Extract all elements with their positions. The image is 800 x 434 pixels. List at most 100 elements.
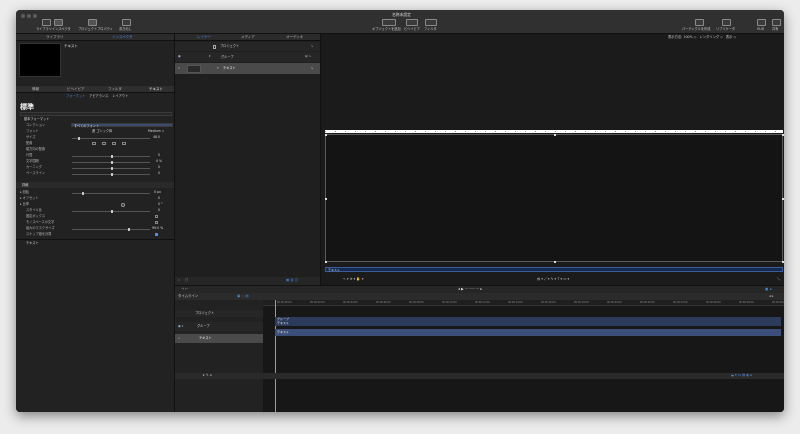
- canvas-frame[interactable]: [325, 134, 784, 263]
- project-properties-icon[interactable]: [88, 19, 97, 26]
- track-group[interactable]: グループ テキスト: [275, 317, 781, 326]
- advanced-section[interactable]: 詳細: [16, 182, 174, 188]
- add-layer-icon[interactable]: ▢: [185, 278, 188, 282]
- view-mode-icons[interactable]: ▦ ▥ ◫: [286, 278, 298, 282]
- project-menu-icon[interactable]: ↳: [311, 45, 314, 48]
- text-visible-checkbox[interactable]: ✓: [178, 66, 181, 70]
- font-value[interactable]: 遊 ゴシック体: [92, 129, 112, 133]
- group-options-icon[interactable]: ▤ ↳: [305, 55, 311, 58]
- alignment-buttons[interactable]: [92, 142, 172, 145]
- animation-tools-right[interactable]: ◒ ▾ ▭ ▤ ◐ ▸: [731, 373, 752, 377]
- row2-value-3[interactable]: 0: [158, 208, 160, 212]
- tab-media[interactable]: メディア: [241, 35, 255, 40]
- tab-inspector[interactable]: インスペクタ: [112, 35, 133, 40]
- row2-label-2[interactable]: ▸ 比率: [20, 202, 29, 206]
- tab-info[interactable]: 情報: [32, 87, 39, 92]
- expand-icon[interactable]: ⤡: [777, 277, 780, 281]
- view-popup[interactable]: 表示 ◇: [726, 35, 736, 39]
- size-slider[interactable]: [72, 138, 150, 139]
- tab-text[interactable]: テキスト: [149, 87, 163, 92]
- line-spacing-value[interactable]: 0: [158, 153, 160, 157]
- library-icon[interactable]: [42, 19, 51, 26]
- justify-icon[interactable]: [122, 142, 126, 145]
- group-visible-checkbox[interactable]: ▣: [178, 55, 181, 58]
- handle-mr[interactable]: [782, 198, 784, 200]
- canvas-tools-left[interactable]: ↖ ▾ ⊕ ▾ ✋ ▾: [343, 277, 363, 281]
- timeline-zoom-icons[interactable]: ◂ ▸: [769, 294, 773, 298]
- timeline-view-icons[interactable]: ▣ ◂: [765, 287, 771, 292]
- tab-behaviors[interactable]: ビヘイビア: [67, 87, 85, 92]
- tl-layer-group[interactable]: ▣ ▾ グループ: [175, 322, 263, 331]
- tab-library[interactable]: ライブラリ: [46, 35, 64, 40]
- row2-slider-6[interactable]: [72, 229, 150, 230]
- filters-icon[interactable]: [425, 19, 437, 26]
- row2-label-0[interactable]: ▸ 回転: [20, 190, 29, 194]
- handle-tr[interactable]: [782, 134, 784, 136]
- disclosure-triangle-icon[interactable]: ▾: [209, 55, 211, 58]
- monospace-checkbox[interactable]: [155, 221, 158, 224]
- search-icon[interactable]: ⌕: [178, 278, 180, 282]
- layer-row-group[interactable]: ▣ ▾ グループ ▤ ↳: [175, 52, 320, 62]
- playback-controls[interactable]: ◂ ▶ ⋯⋯⋯⋯ ▸: [458, 287, 482, 292]
- behaviors-icon[interactable]: [406, 19, 418, 26]
- subtab-appearance[interactable]: アピアランス: [89, 94, 108, 98]
- handle-bl[interactable]: [325, 261, 327, 263]
- timeline-mode-icons[interactable]: ▣ ◌ ▤: [237, 294, 249, 298]
- row2-value-2[interactable]: 0 °: [158, 202, 163, 206]
- snap-checkbox[interactable]: [155, 233, 158, 236]
- add-object-label: オブジェクトを追加: [372, 27, 401, 31]
- handle-ml[interactable]: [325, 198, 327, 200]
- handle-bc[interactable]: [554, 261, 556, 263]
- tl-layer-text[interactable]: ✓ テキスト: [175, 334, 263, 343]
- tl-text-checkbox[interactable]: ✓: [178, 336, 181, 340]
- row2-value-6[interactable]: 99.0 %: [152, 226, 163, 230]
- animation-tool-icons[interactable]: ▸ ✎ ◂: [203, 373, 211, 377]
- track-text[interactable]: テキスト: [275, 329, 781, 336]
- timing-icons[interactable]: ⊣ ⊢: [181, 287, 188, 292]
- baseline-value[interactable]: 0: [158, 171, 160, 175]
- preset-popup[interactable]: [20, 112, 172, 116]
- layer-row-project[interactable]: プロジェクト ↳: [175, 42, 320, 51]
- inspector-tabs: 情報 ビヘイビア フィルタ テキスト: [16, 86, 174, 93]
- tab-filters[interactable]: フィルタ: [108, 87, 122, 92]
- align-center-icon[interactable]: [102, 142, 106, 145]
- zoom-window-button[interactable]: [33, 14, 37, 18]
- align-right-icon[interactable]: [112, 142, 116, 145]
- text-menu-icon[interactable]: ↳: [311, 66, 314, 70]
- kerning-value[interactable]: 0: [158, 165, 160, 169]
- tl-layer-project[interactable]: プロジェクト: [175, 310, 263, 317]
- align-left-icon[interactable]: [92, 142, 96, 145]
- share-icon[interactable]: [122, 19, 131, 26]
- handle-tl[interactable]: [325, 134, 327, 136]
- canvas-tools-right[interactable]: ▤ ▾ ⤢ ▾ ✎ ▾ T ▾ ▭ ▾: [537, 277, 569, 281]
- hud-icon[interactable]: [757, 19, 766, 26]
- size-value[interactable]: 48.0: [153, 135, 160, 139]
- font-weight-value[interactable]: Medium ◇: [148, 129, 164, 133]
- row2-label-1[interactable]: ▸ オフセット: [20, 196, 39, 200]
- collection-popup[interactable]: すべてのフォント: [71, 123, 173, 127]
- handle-tc[interactable]: [554, 134, 556, 136]
- subtab-layout[interactable]: レイアウト: [112, 94, 128, 98]
- rotation-dial-icon[interactable]: [121, 202, 125, 207]
- render-popup[interactable]: レンダリング ◇: [699, 35, 722, 39]
- tl-group-checkbox[interactable]: ▣ ▾: [178, 324, 183, 328]
- canvas-mini-timeline[interactable]: テキスト: [325, 267, 783, 272]
- close-window-button[interactable]: [21, 14, 25, 18]
- handle-br[interactable]: [782, 261, 784, 263]
- ruler-label: 00:00:10:00: [442, 300, 457, 304]
- layer-row-text[interactable]: ✓ T テキスト ↳: [175, 63, 320, 74]
- tracking-value[interactable]: 0 %: [156, 159, 162, 163]
- share-right-icon[interactable]: [772, 19, 781, 26]
- fixed-box-checkbox[interactable]: [155, 215, 158, 218]
- subtab-format[interactable]: フォーマット: [66, 94, 85, 98]
- particles-icon[interactable]: [695, 19, 704, 26]
- row2-value-1[interactable]: 0: [158, 196, 160, 200]
- tab-layers[interactable]: レイヤー: [197, 35, 211, 40]
- zoom-popup[interactable]: 表示方法: 100% ◇: [668, 35, 696, 39]
- replicate-icon[interactable]: [722, 19, 731, 26]
- minimize-window-button[interactable]: [27, 14, 31, 18]
- inspector-icon[interactable]: [54, 19, 63, 26]
- row2-value-0[interactable]: 0 px: [154, 190, 161, 194]
- add-object-icon[interactable]: [382, 19, 396, 26]
- tab-audio[interactable]: オーディオ: [286, 35, 303, 40]
